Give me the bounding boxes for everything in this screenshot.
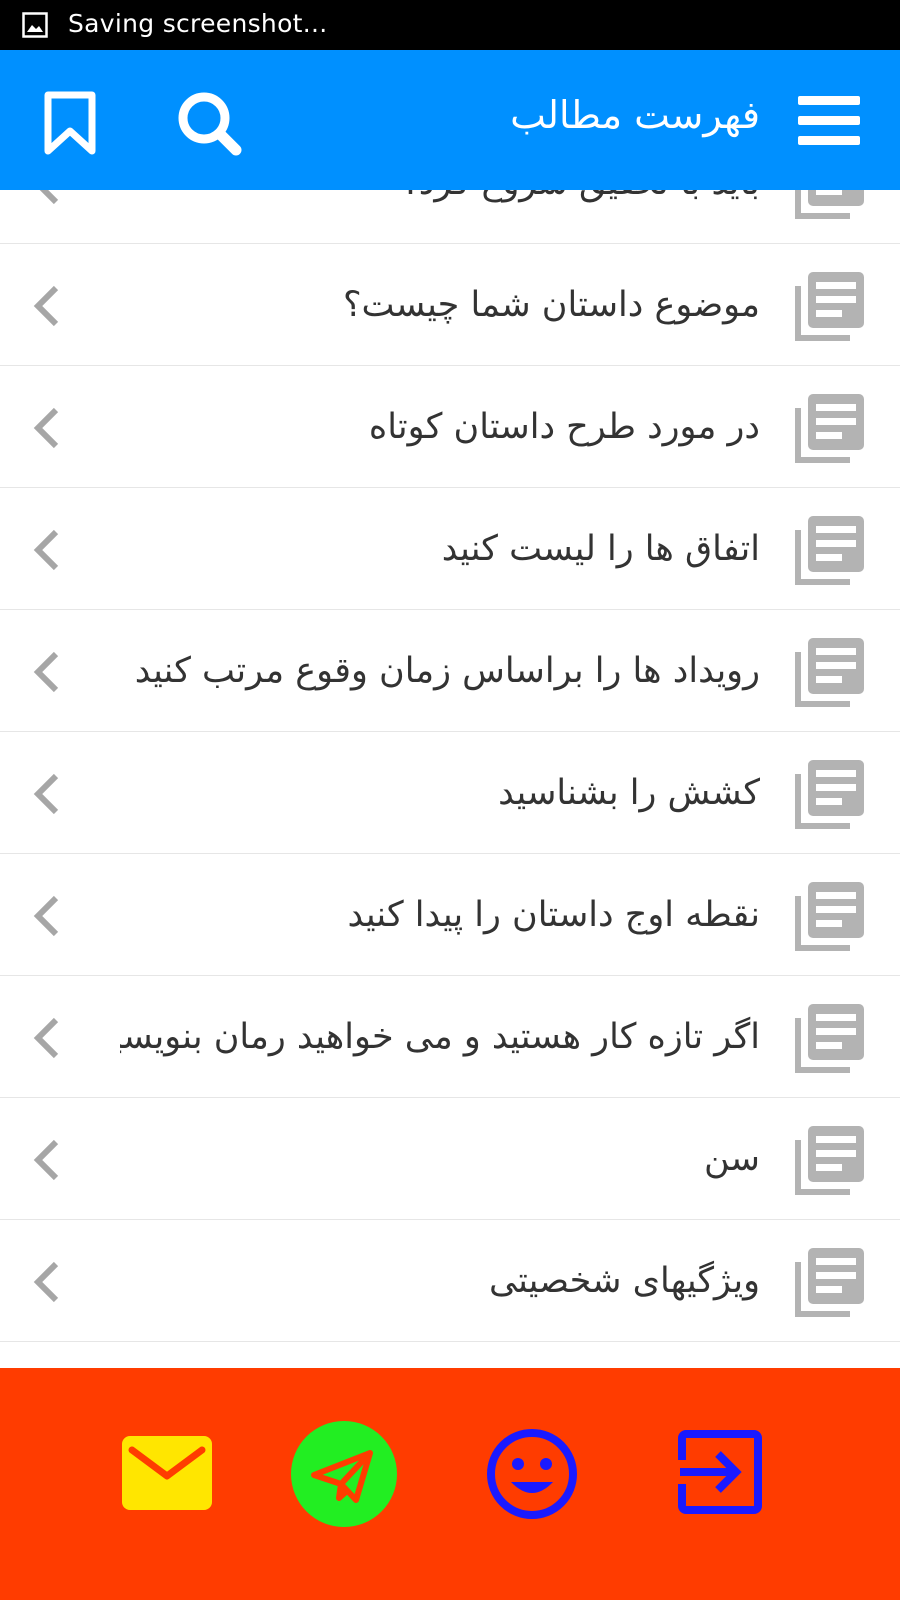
chevron-left-icon: [33, 1139, 59, 1181]
document-icon: [795, 1004, 864, 1073]
list-item-label: کشش را بشناسید: [498, 773, 760, 813]
chevron-left-icon: [33, 895, 59, 937]
menu-icon: [798, 96, 860, 145]
document-icon: [795, 638, 864, 707]
list-item[interactable]: اگر تازه کار هستید و می خواهید رمان بنوی…: [0, 976, 900, 1098]
mail-button[interactable]: [122, 1436, 212, 1510]
list-item-label: سن: [704, 1139, 760, 1179]
app-bar: فهرست مطالب: [0, 50, 900, 190]
list-item-label: نقطه اوج داستان را پیدا کنید: [347, 895, 760, 935]
list-item[interactable]: کشش را بشناسید: [0, 732, 900, 854]
mail-icon: [122, 1436, 212, 1510]
list-item-label: اتفاق ها را لیست کنید: [441, 529, 760, 569]
document-icon: [795, 882, 864, 951]
page-title: فهرست مطالب: [510, 93, 760, 137]
telegram-button[interactable]: [290, 1420, 398, 1528]
menu-button[interactable]: [796, 88, 862, 154]
document-icon: [795, 190, 864, 219]
list-item[interactable]: اتفاق ها را لیست کنید: [0, 488, 900, 610]
login-button[interactable]: [676, 1430, 762, 1514]
status-bar: Saving screenshot...: [0, 0, 900, 50]
list-item[interactable]: در مورد طرح داستان کوتاه: [0, 366, 900, 488]
list-item[interactable]: رویداد ها را براساس زمان وقوع مرتب کنید: [0, 610, 900, 732]
chevron-left-icon: [33, 1017, 59, 1059]
search-icon: [178, 92, 242, 156]
smile-button[interactable]: [486, 1428, 578, 1520]
document-icon: [795, 1126, 864, 1195]
document-icon: [795, 760, 864, 829]
image-icon: [22, 12, 48, 38]
chevron-left-icon: [33, 407, 59, 449]
chevron-left-icon: [33, 651, 59, 693]
list-item-label: اگر تازه کار هستید و می خواهید رمان بنوی…: [120, 1017, 760, 1057]
list-item-label: موضوع داستان شما چیست؟: [342, 285, 760, 325]
list-item-label: ویژگیهای شخصیتی: [488, 1261, 760, 1301]
list-item[interactable]: ویژگیهای شخصیتی: [0, 1220, 900, 1342]
list-item[interactable]: سن: [0, 1098, 900, 1220]
bottom-bar: [0, 1368, 900, 1600]
list-item[interactable]: نقطه اوج داستان را پیدا کنید: [0, 854, 900, 976]
list-item-label: رویداد ها را براساس زمان وقوع مرتب کنید: [134, 651, 760, 691]
document-icon: [795, 1248, 864, 1317]
telegram-icon: [291, 1421, 397, 1527]
chevron-left-icon: [33, 1261, 59, 1303]
smile-icon: [487, 1429, 577, 1519]
document-icon: [795, 272, 864, 341]
chevron-left-icon: [33, 773, 59, 815]
chevron-left-icon: [33, 529, 59, 571]
chevron-left-icon: [33, 285, 59, 327]
search-button[interactable]: [170, 84, 248, 162]
list-item[interactable]: باید با تحقیق شروع کرد؟: [0, 190, 900, 244]
list-item-label: باید با تحقیق شروع کرد؟: [400, 190, 760, 208]
bookmark-button[interactable]: [36, 84, 104, 162]
login-icon: [676, 1430, 762, 1514]
list-inner: باید با تحقیق شروع کرد؟ موضوع داستان شما …: [0, 190, 900, 1342]
list-item-label: در مورد طرح داستان کوتاه: [368, 407, 760, 447]
bookmark-icon: [44, 91, 96, 155]
document-icon: [795, 516, 864, 585]
status-text: Saving screenshot...: [68, 9, 328, 38]
content-list[interactable]: باید با تحقیق شروع کرد؟ موضوع داستان شما …: [0, 190, 900, 1368]
document-icon: [795, 394, 864, 463]
list-item[interactable]: موضوع داستان شما چیست؟: [0, 244, 900, 366]
chevron-left-icon: [39, 190, 59, 205]
